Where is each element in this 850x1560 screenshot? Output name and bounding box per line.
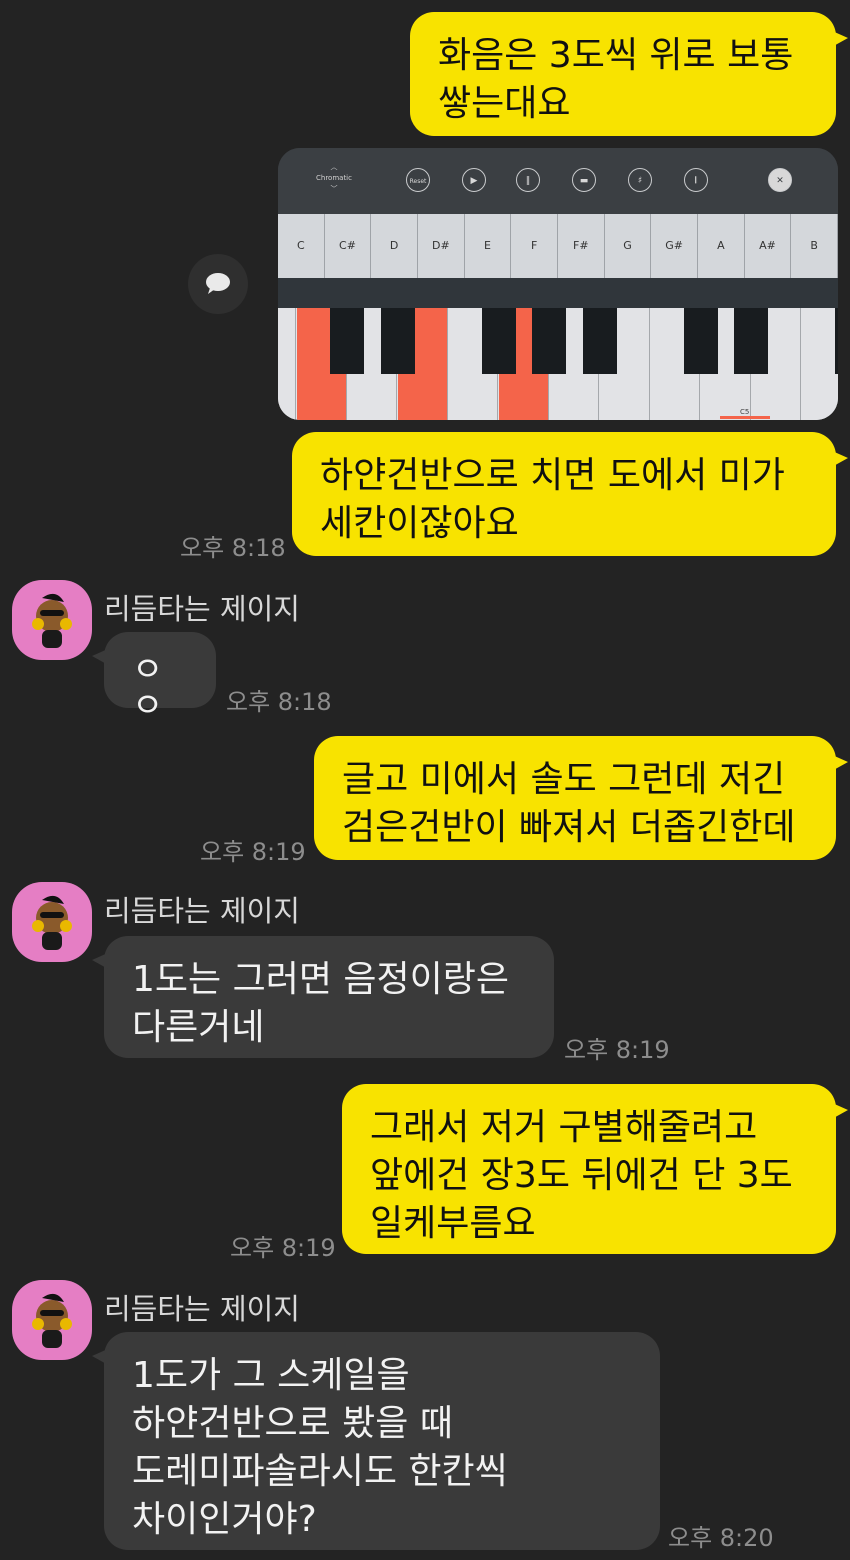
piano-toolbar: ︿ Chromatic ﹀ Reset ▶ ‖ ▬ ♯ 𝄃 ✕ (278, 148, 838, 214)
note-label[interactable]: D# (418, 214, 465, 278)
note-label-row: C C# D D# E F F# G G# A A# B (278, 214, 838, 278)
message-bubble-theirs[interactable]: 1도가 그 스케일을 하얀건반으로 봤을 때 도레미파솔라시도 한칸씩 차이인거… (92, 1332, 660, 1550)
message-bubble-mine[interactable]: 글고 미에서 솔도 그런데 저긴 검은건반이 빠져서 더좁긴한데 (314, 736, 848, 860)
chromatic-mode-selector[interactable]: ︿ Chromatic ﹀ (314, 162, 354, 195)
avatar[interactable] (12, 1280, 92, 1360)
reset-button[interactable]: Reset (406, 168, 430, 192)
piano-icon[interactable]: 𝄃 (684, 168, 708, 192)
sharp-icon[interactable]: ♯ (628, 168, 652, 192)
keyboard-size-icon[interactable]: ▬ (572, 168, 596, 192)
black-key[interactable] (835, 308, 838, 374)
white-key[interactable] (278, 308, 296, 420)
message-time: 오후 8:19 (564, 1036, 670, 1064)
play-icon[interactable]: ▶ (462, 168, 486, 192)
message-time: 오후 8:19 (230, 1234, 336, 1262)
note-label[interactable]: A# (745, 214, 792, 278)
sender-name: 리듬타는 제이지 (104, 592, 300, 626)
keyboard-divider (278, 278, 838, 308)
black-key[interactable] (330, 308, 364, 374)
octave-marker (720, 416, 770, 419)
chevron-up-icon: ︿ (330, 163, 338, 171)
note-label[interactable]: B (791, 214, 838, 278)
black-key[interactable] (532, 308, 566, 374)
message-bubble-theirs[interactable]: 1도는 그러면 음정이랑은 다른거네 (92, 936, 554, 1058)
note-label[interactable]: G (605, 214, 652, 278)
message-time: 오후 8:18 (226, 688, 332, 716)
close-icon[interactable]: ✕ (768, 168, 792, 192)
piano-app-screenshot[interactable]: ︿ Chromatic ﹀ Reset ▶ ‖ ▬ ♯ 𝄃 ✕ C C# D D# E F… (278, 148, 838, 420)
note-label[interactable]: E (465, 214, 512, 278)
chevron-down-icon: ﹀ (330, 185, 338, 193)
octave-label: C5 (740, 408, 750, 416)
note-label[interactable]: G# (651, 214, 698, 278)
black-key[interactable] (582, 308, 617, 374)
black-key[interactable] (481, 308, 516, 374)
note-label[interactable]: A (698, 214, 745, 278)
white-key[interactable] (801, 308, 838, 420)
note-label[interactable]: C (278, 214, 325, 278)
black-key[interactable] (683, 308, 718, 374)
piano-keyboard[interactable]: C5 (278, 308, 838, 420)
avatar[interactable] (12, 882, 92, 962)
black-key[interactable] (734, 308, 768, 374)
note-label[interactable]: F (511, 214, 558, 278)
mode-label: Chromatic (316, 174, 352, 182)
message-bubble-theirs[interactable]: ㅇㅇ (92, 632, 216, 724)
message-time: 오후 8:18 (180, 534, 286, 562)
message-time: 오후 8:19 (200, 838, 306, 866)
message-time: 오후 8:20 (668, 1524, 774, 1552)
message-bubble-mine[interactable]: 하얀건반으로 치면 도에서 미가 세칸이잖아요 (292, 432, 848, 556)
note-label[interactable]: F# (558, 214, 605, 278)
message-bubble-mine[interactable]: 그래서 저거 구별해줄려고 앞에건 장3도 뒤에건 단 3도 일케부름요 (342, 1084, 848, 1254)
avatar[interactable] (12, 580, 92, 660)
message-bubble-mine[interactable]: 화음은 3도씩 위로 보통 쌓는대요 (410, 12, 848, 136)
note-label[interactable]: C# (325, 214, 372, 278)
black-key[interactable] (380, 308, 415, 374)
pause-icon[interactable]: ‖ (516, 168, 540, 192)
note-label[interactable]: D (371, 214, 418, 278)
sender-name: 리듬타는 제이지 (104, 1292, 300, 1326)
sender-name: 리듬타는 제이지 (104, 894, 300, 928)
comment-icon[interactable] (188, 254, 248, 314)
